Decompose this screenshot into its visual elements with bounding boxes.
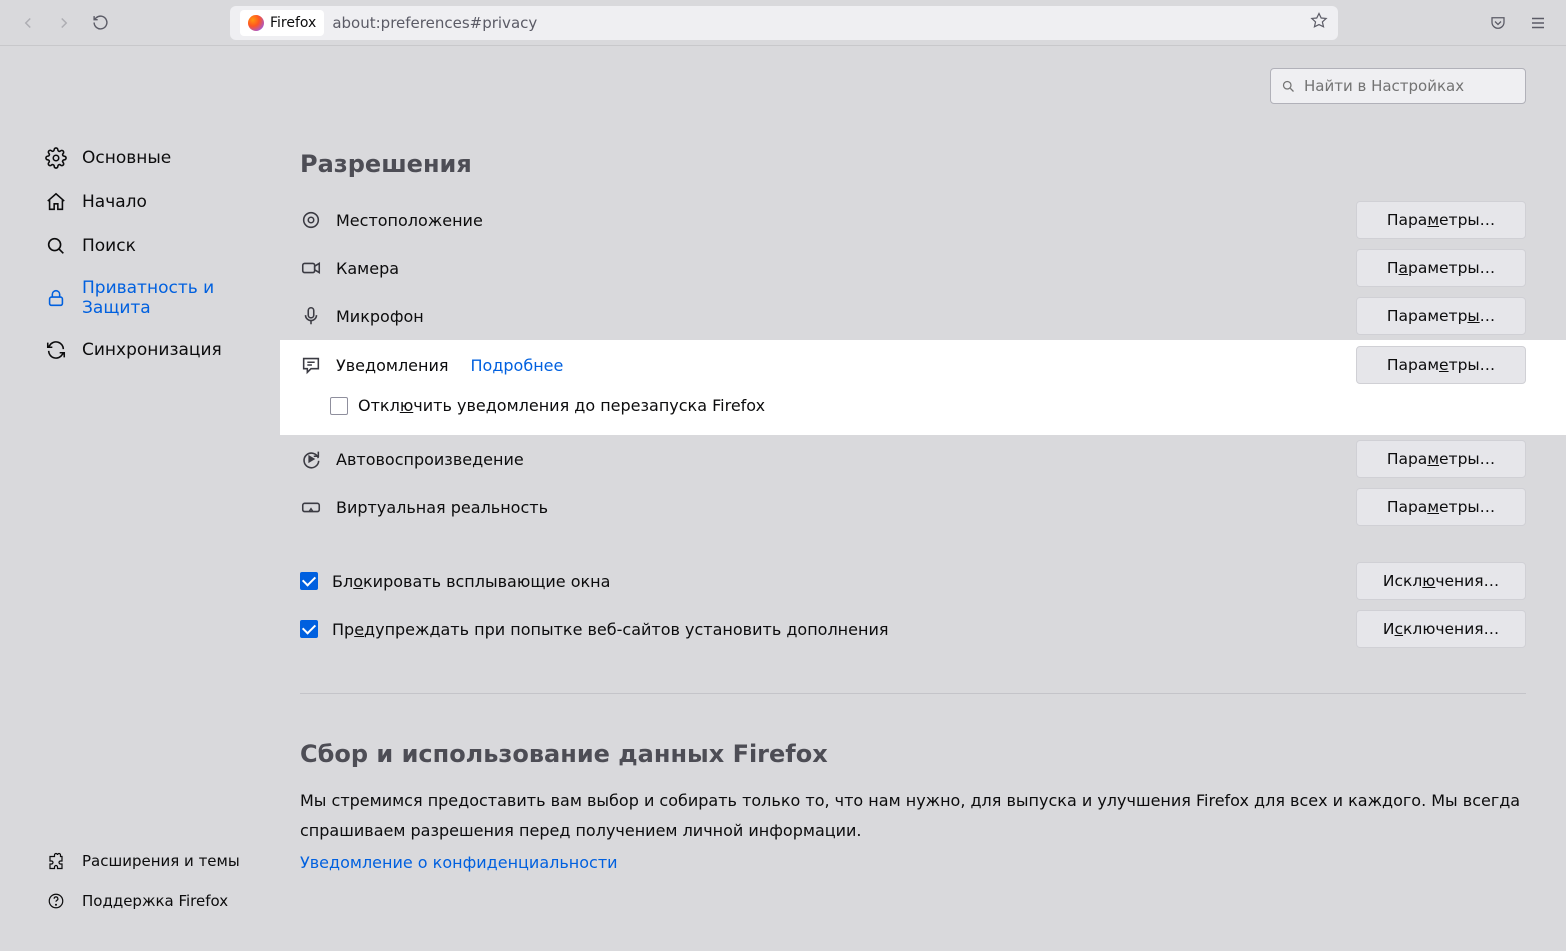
gear-icon — [44, 146, 68, 170]
search-icon — [1281, 79, 1296, 94]
sidebar-item-support[interactable]: Поддержка Firefox — [44, 881, 264, 921]
vr-icon — [300, 496, 322, 518]
settings-button-location[interactable]: Параметры… — [1356, 201, 1526, 239]
checkbox-label: Предупреждать при попытке веб-сайтов уст… — [332, 620, 888, 639]
learn-more-link[interactable]: Подробнее — [471, 356, 564, 375]
sidebar: Основные Начало Поиск Приватность и Защи… — [0, 46, 280, 951]
sidebar-item-label: Основные — [82, 148, 171, 168]
settings-search-input[interactable]: Найти в Настройках — [1270, 68, 1526, 104]
sidebar-item-general[interactable]: Основные — [44, 136, 264, 180]
help-icon — [44, 889, 68, 913]
sidebar-item-label: Поиск — [82, 236, 136, 256]
perm-row-autoplay: Автовоспроизведение Параметры… — [300, 435, 1526, 483]
perm-row-notifications-highlighted: Уведомления Подробнее Параметры… Отключи… — [280, 340, 1566, 435]
search-icon — [44, 234, 68, 258]
search-placeholder: Найти в Настройках — [1304, 77, 1464, 95]
notification-icon — [300, 354, 322, 376]
checkbox-unchecked[interactable] — [330, 397, 348, 415]
lock-icon — [44, 286, 68, 310]
pocket-icon[interactable] — [1482, 7, 1514, 39]
perm-row-vr: Виртуальная реальность Параметры… — [300, 483, 1526, 531]
back-button[interactable] — [12, 7, 44, 39]
sidebar-item-search[interactable]: Поиск — [44, 224, 264, 268]
site-label: Firefox — [270, 15, 316, 31]
url-text: about:preferences#privacy — [332, 14, 537, 32]
perm-label: Виртуальная реальность — [336, 498, 548, 517]
checkbox-label: Отключить уведомления до перезапуска Fir… — [358, 396, 765, 415]
perm-label: Местоположение — [336, 211, 483, 230]
perm-label: Микрофон — [336, 307, 424, 326]
perm-row-camera: Камера Параметры… — [300, 244, 1526, 292]
puzzle-icon — [44, 849, 68, 873]
sidebar-item-home[interactable]: Начало — [44, 180, 264, 224]
main-content: Найти в Настройках Разрешения Местополож… — [280, 46, 1566, 951]
perm-row-location: Местоположение Параметры… — [300, 196, 1526, 244]
sidebar-item-privacy[interactable]: Приватность и Защита — [44, 268, 264, 328]
perm-label: Камера — [336, 259, 399, 278]
perm-label: Уведомления — [336, 356, 449, 375]
data-body-text: Мы стремимся предоставить вам выбор и со… — [300, 786, 1526, 847]
disable-notifications-checkbox-row[interactable]: Отключить уведомления до перезапуска Fir… — [300, 390, 1526, 421]
checkbox-checked[interactable] — [300, 620, 318, 638]
forward-button[interactable] — [48, 7, 80, 39]
reload-button[interactable] — [84, 7, 116, 39]
autoplay-icon — [300, 448, 322, 470]
browser-toolbar: Firefox about:preferences#privacy — [0, 0, 1566, 46]
url-bar[interactable]: Firefox about:preferences#privacy — [230, 6, 1338, 40]
sidebar-item-label: Приватность и Защита — [82, 278, 264, 318]
checkbox-label: Блокировать всплывающие окна — [332, 572, 610, 591]
firefox-logo-icon — [248, 15, 264, 31]
menu-icon[interactable] — [1522, 7, 1554, 39]
perm-row-microphone: Микрофон Параметры… — [300, 292, 1526, 340]
settings-button-autoplay[interactable]: Параметры… — [1356, 440, 1526, 478]
location-icon — [300, 209, 322, 231]
exceptions-button-popups[interactable]: Исключения… — [1356, 562, 1526, 600]
sidebar-item-label: Расширения и темы — [82, 852, 240, 870]
sidebar-item-label: Поддержка Firefox — [82, 892, 228, 910]
perm-row-addons: Предупреждать при попытке веб-сайтов уст… — [300, 605, 1526, 653]
microphone-icon — [300, 305, 322, 327]
sidebar-item-label: Синхронизация — [82, 340, 222, 360]
perm-label: Автовоспроизведение — [336, 450, 524, 469]
settings-button-vr[interactable]: Параметры… — [1356, 488, 1526, 526]
site-identity[interactable]: Firefox — [240, 10, 324, 36]
sync-icon — [44, 338, 68, 362]
settings-button-notifications[interactable]: Параметры… — [1356, 346, 1526, 384]
camera-icon — [300, 257, 322, 279]
sidebar-item-label: Начало — [82, 192, 147, 212]
sidebar-item-sync[interactable]: Синхронизация — [44, 328, 264, 372]
divider — [300, 693, 1526, 694]
bookmark-star-icon[interactable] — [1310, 12, 1328, 34]
checkbox-checked[interactable] — [300, 572, 318, 590]
home-icon — [44, 190, 68, 214]
perm-row-popups: Блокировать всплывающие окна Исключения… — [300, 557, 1526, 605]
exceptions-button-addons[interactable]: Исключения… — [1356, 610, 1526, 648]
sidebar-item-extensions[interactable]: Расширения и темы — [44, 841, 264, 881]
section-heading-data: Сбор и использование данных Firefox — [300, 740, 1526, 768]
section-heading-permissions: Разрешения — [300, 150, 1526, 178]
privacy-notice-link[interactable]: Уведомление о конфиденциальности — [300, 853, 618, 872]
settings-button-microphone[interactable]: Параметры… — [1356, 297, 1526, 335]
settings-button-camera[interactable]: Параметры… — [1356, 249, 1526, 287]
